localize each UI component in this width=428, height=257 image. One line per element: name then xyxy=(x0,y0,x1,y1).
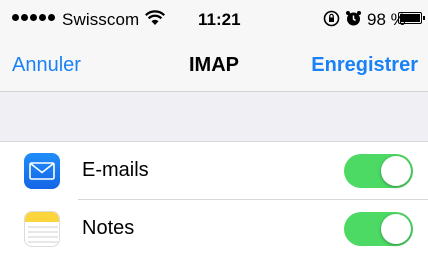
list-item-emails: E-mails xyxy=(0,142,428,199)
save-button[interactable]: Enregistrer xyxy=(311,54,418,77)
notes-label: Notes xyxy=(82,217,135,239)
notes-toggle[interactable] xyxy=(344,212,413,246)
wifi-icon xyxy=(145,10,165,25)
battery-icon xyxy=(398,12,425,24)
section-header-spacer xyxy=(0,92,428,142)
mail-icon xyxy=(24,153,60,189)
emails-label: E-mails xyxy=(82,159,149,181)
rotation-lock-icon xyxy=(323,10,340,27)
signal-dots-icon xyxy=(12,14,55,21)
navigation-bar: Annuler IMAP Enregistrer xyxy=(0,40,428,92)
status-time: 11:21 xyxy=(198,10,241,29)
imap-settings-screen: Swisscom 11:21 98 % Annuler IMAP Enregis… xyxy=(0,0,428,257)
carrier-name: Swisscom xyxy=(62,10,140,29)
alarm-icon xyxy=(346,11,361,26)
notes-icon xyxy=(24,211,60,247)
list-item-notes: Notes xyxy=(0,200,428,257)
emails-toggle[interactable] xyxy=(344,154,413,188)
status-bar: Swisscom 11:21 98 % xyxy=(0,0,428,40)
